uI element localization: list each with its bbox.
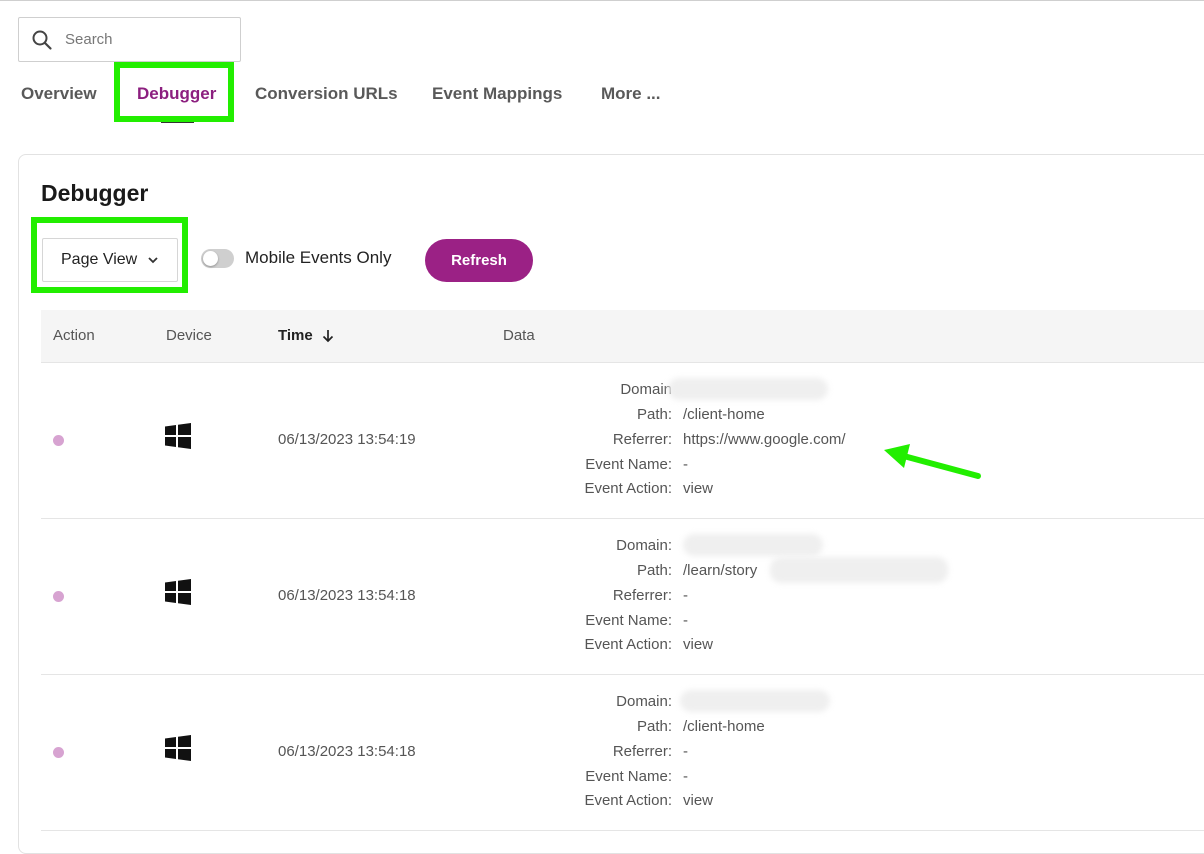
data-key-domain: Domain: bbox=[616, 693, 672, 710]
data-value-path: /client-home bbox=[683, 718, 765, 735]
data-key-path: Path: bbox=[636, 562, 672, 579]
column-header-action[interactable]: Action bbox=[53, 327, 95, 344]
data-key-domain: Domain bbox=[620, 381, 672, 398]
table-row[interactable]: 06/13/2023 13:54:18 Domain: Path: /learn… bbox=[41, 519, 1204, 675]
data-key-event-name: Event Name: bbox=[585, 768, 672, 785]
data-value-referrer: https://www.google.com/ bbox=[683, 431, 846, 448]
event-time: 06/13/2023 13:54:18 bbox=[278, 743, 416, 760]
windows-icon bbox=[165, 735, 191, 761]
search-box[interactable] bbox=[18, 17, 241, 62]
mobile-events-toggle[interactable] bbox=[201, 249, 234, 268]
data-value-event-action: view bbox=[683, 792, 714, 809]
column-header-time[interactable]: Time bbox=[278, 327, 334, 347]
table-header: Action Device Time Data bbox=[41, 310, 1204, 362]
table-row[interactable]: 06/13/2023 13:54:18 Domain: Path: /clien… bbox=[41, 675, 1204, 831]
tab-more[interactable]: More ... bbox=[601, 84, 661, 104]
top-rule bbox=[0, 0, 1204, 1]
data-value-event-name: - bbox=[683, 456, 688, 473]
event-time: 06/13/2023 13:54:18 bbox=[278, 587, 416, 604]
dropdown-value: Page View bbox=[61, 251, 138, 268]
event-type-dropdown[interactable]: Page View bbox=[42, 238, 178, 282]
page-title: Debugger bbox=[41, 180, 149, 206]
status-dot bbox=[53, 747, 64, 758]
column-header-device[interactable]: Device bbox=[166, 327, 212, 344]
data-key-event-action: Event Action: bbox=[584, 480, 672, 497]
tab-debugger[interactable]: Debugger bbox=[137, 84, 216, 104]
sort-down-arrow-icon bbox=[322, 329, 334, 347]
data-key-event-action: Event Action: bbox=[584, 636, 672, 653]
data-key-domain: Domain: bbox=[616, 537, 672, 554]
search-input[interactable] bbox=[65, 31, 215, 48]
column-header-data[interactable]: Data bbox=[503, 327, 535, 344]
search-icon bbox=[31, 29, 53, 51]
data-key-event-name: Event Name: bbox=[585, 612, 672, 629]
data-value-event-action: view bbox=[683, 480, 714, 497]
data-value-event-action: view bbox=[683, 636, 714, 653]
tab-conversion-urls[interactable]: Conversion URLs bbox=[255, 84, 398, 104]
table-row[interactable]: 06/13/2023 13:54:19 Domain Path: /client… bbox=[41, 363, 1204, 519]
event-time: 06/13/2023 13:54:19 bbox=[278, 431, 416, 448]
active-tab-underline bbox=[161, 121, 194, 123]
toggle-knob bbox=[203, 251, 218, 266]
row-divider bbox=[41, 830, 1204, 831]
data-key-event-action: Event Action: bbox=[584, 792, 672, 809]
data-key-path: Path: bbox=[636, 406, 672, 423]
data-value-path: /client-home bbox=[683, 406, 765, 423]
data-value-referrer: - bbox=[683, 743, 688, 760]
status-dot bbox=[53, 435, 64, 446]
tab-event-mappings[interactable]: Event Mappings bbox=[432, 84, 562, 104]
status-dot bbox=[53, 591, 64, 602]
redacted-domain bbox=[683, 534, 823, 556]
data-value-event-name: - bbox=[683, 768, 688, 785]
chevron-down-icon bbox=[147, 256, 159, 264]
annotation-arrow-icon bbox=[884, 444, 981, 479]
windows-icon bbox=[165, 579, 191, 605]
data-key-path: Path: bbox=[636, 718, 672, 735]
column-header-time-label: Time bbox=[278, 327, 313, 344]
data-value-referrer: - bbox=[683, 587, 688, 604]
redacted-domain bbox=[668, 378, 828, 400]
redacted-path bbox=[770, 557, 948, 583]
refresh-button[interactable]: Refresh bbox=[425, 239, 533, 282]
tab-overview[interactable]: Overview bbox=[21, 84, 97, 104]
data-value-path: /learn/story bbox=[683, 562, 758, 579]
redacted-domain bbox=[680, 690, 830, 712]
data-value-event-name: - bbox=[683, 612, 688, 629]
toggle-label: Mobile Events Only bbox=[245, 248, 392, 267]
data-key-referrer: Referrer: bbox=[612, 431, 672, 448]
data-key-referrer: Referrer: bbox=[612, 743, 672, 760]
windows-icon bbox=[165, 423, 191, 449]
data-key-event-name: Event Name: bbox=[585, 456, 672, 473]
data-key-referrer: Referrer: bbox=[612, 587, 672, 604]
